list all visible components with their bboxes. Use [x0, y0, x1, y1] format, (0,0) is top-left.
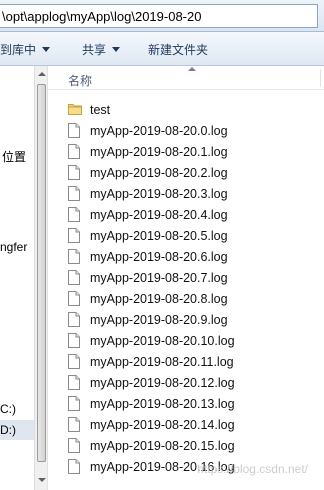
chevron-down-icon [112, 47, 121, 52]
document-icon [68, 417, 80, 432]
share-button[interactable]: 共享 [82, 41, 121, 58]
file-row[interactable]: myApp-2019-08-20.5.log [68, 226, 318, 247]
file-name: myApp-2019-08-20.11.log [90, 355, 234, 369]
document-icon [68, 228, 80, 243]
watermark: https://blog.csdn.net/ [197, 462, 308, 476]
address-field[interactable]: \opt\applog\myApp\log\2019-08-20 [0, 4, 318, 28]
file-row[interactable]: myApp-2019-08-20.7.log [68, 268, 318, 289]
document-icon [68, 312, 80, 327]
command-toolbar: 到库中 共享 新建文件夹 [0, 32, 324, 66]
file-name: myApp-2019-08-20.13.log [90, 397, 235, 411]
chevron-down-icon [42, 47, 51, 52]
include-in-library-label: 到库中 [0, 43, 37, 57]
file-row[interactable]: myApp-2019-08-20.14.log [68, 415, 318, 436]
nav-scrollbar[interactable] [34, 66, 48, 490]
file-row[interactable]: myApp-2019-08-20.8.log [68, 289, 318, 310]
folder-row[interactable]: test [68, 100, 318, 121]
file-row[interactable]: myApp-2019-08-20.1.log [68, 142, 318, 163]
file-row[interactable]: myApp-2019-08-20.12.log [68, 373, 318, 394]
scroll-up-icon[interactable] [38, 72, 46, 76]
document-icon [68, 375, 80, 390]
file-row[interactable]: myApp-2019-08-20.4.log [68, 205, 318, 226]
file-name: myApp-2019-08-20.5.log [90, 229, 228, 243]
file-name: myApp-2019-08-20.6.log [90, 250, 228, 264]
scroll-down-icon[interactable] [38, 478, 46, 482]
file-row[interactable]: myApp-2019-08-20.3.log [68, 184, 318, 205]
document-icon [68, 396, 80, 411]
file-row[interactable]: myApp-2019-08-20.6.log [68, 247, 318, 268]
document-icon [68, 459, 80, 474]
file-list: 名称 test myApp-2019-08-20.0.log myApp-2019-… [48, 66, 324, 490]
include-in-library-button[interactable]: 到库中 [0, 41, 51, 58]
file-name: myApp-2019-08-20.15.log [90, 439, 235, 453]
document-icon [68, 165, 80, 180]
file-row[interactable]: myApp-2019-08-20.11.log [68, 352, 318, 373]
navigation-pane: 位置 ngfer C:) D:) [0, 66, 48, 490]
file-name: myApp-2019-08-20.14.log [90, 418, 235, 432]
document-icon [68, 249, 80, 264]
new-folder-label: 新建文件夹 [148, 43, 209, 57]
document-icon [68, 270, 80, 285]
nav-item-drive-d[interactable]: D:) [0, 420, 34, 440]
column-header-name[interactable]: 名称 [68, 72, 92, 89]
file-name: myApp-2019-08-20.8.log [90, 292, 228, 306]
nav-item-location[interactable]: 位置 [2, 148, 26, 165]
file-row[interactable]: myApp-2019-08-20.0.log [68, 121, 318, 142]
file-row[interactable]: myApp-2019-08-20.10.log [68, 331, 318, 352]
address-bar: \opt\applog\myApp\log\2019-08-20 [0, 0, 324, 32]
file-name: myApp-2019-08-20.9.log [90, 313, 228, 327]
document-icon [68, 144, 80, 159]
document-icon [68, 333, 80, 348]
file-name: myApp-2019-08-20.3.log [90, 187, 228, 201]
file-name: test [90, 103, 111, 117]
nav-item-drive-c[interactable]: C:) [0, 402, 16, 416]
share-label: 共享 [82, 43, 107, 57]
column-divider[interactable] [320, 69, 321, 87]
file-name: myApp-2019-08-20.2.log [90, 166, 228, 180]
file-row[interactable]: myApp-2019-08-20.15.log [68, 436, 318, 457]
file-name: myApp-2019-08-20.7.log [90, 271, 228, 285]
file-row[interactable]: myApp-2019-08-20.13.log [68, 394, 318, 415]
folder-icon [68, 102, 82, 117]
file-name: myApp-2019-08-20.0.log [90, 124, 228, 138]
scrollbar-thumb[interactable] [37, 84, 46, 462]
nav-item-user[interactable]: ngfer [0, 240, 27, 254]
document-icon [68, 207, 80, 222]
sort-ascending-icon [188, 67, 196, 71]
address-path[interactable]: \opt\applog\myApp\log\2019-08-20 [2, 9, 201, 24]
document-icon [68, 123, 80, 138]
file-name: myApp-2019-08-20.10.log [90, 334, 235, 348]
document-icon [68, 186, 80, 201]
file-name: myApp-2019-08-20.1.log [90, 145, 228, 159]
document-icon [68, 438, 80, 453]
document-icon [68, 354, 80, 369]
file-row[interactable]: myApp-2019-08-20.2.log [68, 163, 318, 184]
file-name: myApp-2019-08-20.4.log [90, 208, 228, 222]
file-row[interactable]: myApp-2019-08-20.9.log [68, 310, 318, 331]
new-folder-button[interactable]: 新建文件夹 [148, 41, 208, 58]
file-name: myApp-2019-08-20.12.log [90, 376, 235, 390]
column-header-row: 名称 [48, 66, 324, 90]
document-icon [68, 291, 80, 306]
